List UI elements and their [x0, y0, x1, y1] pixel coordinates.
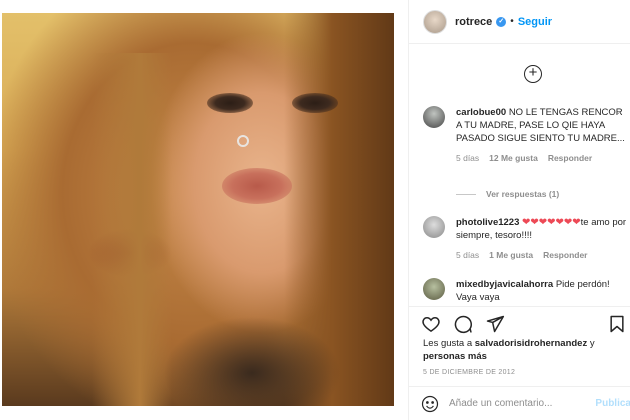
- author-avatar[interactable]: [423, 9, 447, 34]
- liked-by-user-link[interactable]: salvadorisidrohernandez: [475, 338, 587, 349]
- liked-by-summary: Les gusta a salvadorisidrohernandez y pe…: [423, 337, 623, 363]
- commenter-username[interactable]: carlobue00: [456, 107, 506, 118]
- comment-input[interactable]: [449, 398, 589, 409]
- liked-by-join: y: [589, 338, 595, 349]
- comment-item: photolive1223 ❤❤❤❤❤❤❤te amo por siempre,…: [423, 216, 629, 260]
- view-replies-label: Ver respuestas (1): [486, 189, 560, 199]
- post-photo-pane: [0, 0, 408, 420]
- comment-item: ··· carlobue00 NO LE TENGAS RENCOR A TU …: [423, 106, 629, 163]
- bookmark-icon[interactable]: [607, 314, 627, 334]
- publish-button[interactable]: Publica: [595, 398, 630, 409]
- photo-scarf: [152, 313, 352, 406]
- emoji-icon[interactable]: [421, 395, 439, 413]
- view-replies-button[interactable]: Ver respuestas (1): [456, 189, 559, 199]
- post-date[interactable]: 5 DE DICIEMBRE DE 2012: [423, 369, 515, 376]
- verified-badge-icon: ✓: [496, 16, 507, 27]
- reply-button[interactable]: Responder: [543, 250, 587, 260]
- action-icons: [409, 307, 630, 334]
- heart-icon[interactable]: [421, 314, 441, 334]
- photo-mouth: [222, 168, 292, 204]
- header-separator: •: [510, 16, 514, 27]
- post-photo[interactable]: [2, 13, 394, 406]
- comment-body: mixedbyjavicalahorra Pide perdón! Vaya v…: [456, 278, 629, 304]
- post-sidebar: rotrece ✓ • Seguir + ··· carlobue00 NO L…: [408, 0, 630, 420]
- comment-body: photolive1223 ❤❤❤❤❤❤❤te amo por siempre,…: [456, 216, 629, 242]
- more-options-icon[interactable]: ···: [608, 108, 621, 119]
- comment-item: mixedbyjavicalahorra Pide perdón! Vaya v…: [423, 278, 629, 304]
- commenter-username[interactable]: photolive1223: [456, 217, 519, 228]
- comment-meta: 5 días 12 Me gusta Responder: [456, 153, 629, 163]
- commenter-avatar[interactable]: [423, 216, 445, 238]
- comments-list: + ··· carlobue00 NO LE TENGAS RENCOR A T…: [409, 44, 630, 306]
- replies-divider: [456, 193, 476, 195]
- photo-eye-right: [292, 93, 338, 113]
- comment-body: carlobue00 NO LE TENGAS RENCOR A TU MADR…: [456, 106, 629, 145]
- follow-button[interactable]: Seguir: [518, 16, 552, 28]
- share-icon[interactable]: [485, 314, 505, 334]
- add-comment-bar: Publica: [409, 386, 630, 420]
- comment-meta: 5 días 1 Me gusta Responder: [456, 250, 629, 260]
- photo-eye-left: [207, 93, 253, 113]
- comment-icon[interactable]: [453, 314, 473, 334]
- post-header: rotrece ✓ • Seguir: [409, 0, 630, 44]
- commenter-username[interactable]: mixedbyjavicalahorra: [456, 279, 553, 290]
- post-actions: Les gusta a salvadorisidrohernandez y pe…: [409, 306, 630, 386]
- reply-button[interactable]: Responder: [548, 153, 592, 163]
- photo-nose-ring: [237, 135, 249, 147]
- author-username[interactable]: rotrece: [455, 16, 492, 28]
- comment-likes[interactable]: 12 Me gusta: [489, 153, 538, 163]
- load-more-comments-button[interactable]: +: [524, 65, 542, 83]
- commenter-avatar[interactable]: [423, 106, 445, 128]
- commenter-avatar[interactable]: [423, 278, 445, 300]
- liked-by-prefix: Les gusta a: [423, 338, 473, 349]
- hearts-emoji: ❤❤❤❤❤❤❤: [522, 217, 581, 228]
- comment-time[interactable]: 5 días: [456, 250, 479, 260]
- comment-time[interactable]: 5 días: [456, 153, 479, 163]
- liked-by-others-link[interactable]: personas más: [423, 351, 487, 362]
- comment-likes[interactable]: 1 Me gusta: [489, 250, 533, 260]
